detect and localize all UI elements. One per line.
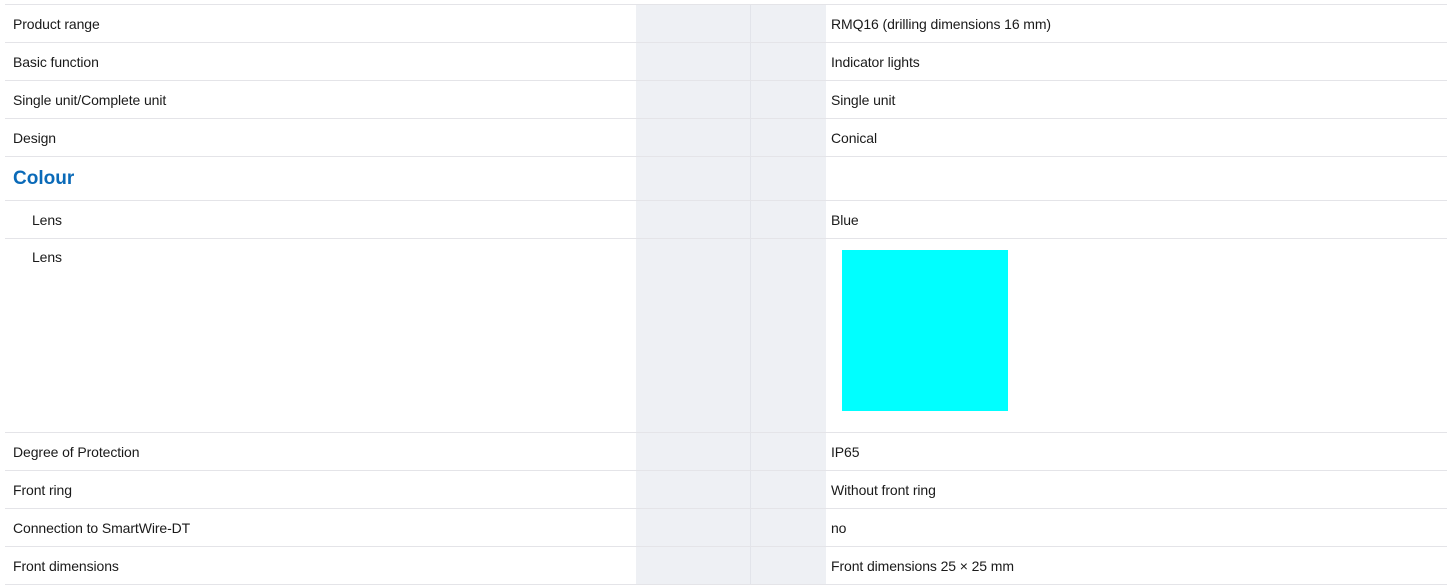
spec-spacer <box>636 432 751 471</box>
spec-label: Product range <box>13 15 100 32</box>
spec-spacer <box>750 470 826 509</box>
spec-spacer <box>636 80 751 119</box>
spec-spacer <box>636 238 751 433</box>
spec-row-lens: Lens Blue <box>5 200 1447 239</box>
spec-row-smartwire: Connection to SmartWire-DT no <box>5 508 1447 547</box>
spec-label: Basic function <box>13 53 99 70</box>
spec-label: Connection to SmartWire-DT <box>13 519 191 536</box>
spec-spacer <box>750 4 826 43</box>
spec-row-unit: Single unit/Complete unit Single unit <box>5 80 1447 119</box>
spec-value: no <box>831 519 847 536</box>
spec-table: Product range RMQ16 (drilling dimensions… <box>5 4 1447 585</box>
spec-value-empty <box>826 156 1447 201</box>
spec-section-colour: Colour <box>5 156 1447 201</box>
spec-label: Lens <box>32 249 62 265</box>
spec-spacer <box>636 200 751 239</box>
spec-label: Degree of Protection <box>13 443 140 460</box>
spec-value: Without front ring <box>831 481 936 498</box>
spec-row-front-ring: Front ring Without front ring <box>5 470 1447 509</box>
section-heading: Colour <box>13 167 75 189</box>
spec-spacer <box>750 432 826 471</box>
spec-row-product-range: Product range RMQ16 (drilling dimensions… <box>5 4 1447 43</box>
spec-spacer <box>750 156 826 201</box>
spec-value: Front dimensions 25 × 25 mm <box>831 557 1014 574</box>
spec-value: Single unit <box>831 91 896 108</box>
spec-row-front-dimensions: Front dimensions Front dimensions 25 × 2… <box>5 546 1447 585</box>
spec-spacer <box>750 118 826 157</box>
spec-value: Indicator lights <box>831 53 920 70</box>
spec-spacer <box>636 118 751 157</box>
spec-row-basic-function: Basic function Indicator lights <box>5 42 1447 81</box>
spec-row-lens-swatch: Lens <box>5 238 1447 433</box>
spec-value: Conical <box>831 129 877 146</box>
spec-label: Design <box>13 129 56 146</box>
spec-value: IP65 <box>831 443 860 460</box>
spec-spacer <box>750 238 826 433</box>
spec-row-design: Design Conical <box>5 118 1447 157</box>
spec-spacer <box>636 156 751 201</box>
spec-label: Front ring <box>13 481 72 498</box>
spec-value: Blue <box>831 211 859 228</box>
spec-label: Single unit/Complete unit <box>13 91 167 108</box>
spec-spacer <box>636 4 751 43</box>
spec-spacer <box>750 200 826 239</box>
spec-spacer <box>636 546 751 585</box>
spec-label: Front dimensions <box>13 557 119 574</box>
spec-spacer <box>750 508 826 547</box>
spec-spacer <box>636 508 751 547</box>
spec-spacer <box>750 80 826 119</box>
spec-spacer <box>750 42 826 81</box>
spec-value: RMQ16 (drilling dimensions 16 mm) <box>831 15 1051 32</box>
spec-spacer <box>636 470 751 509</box>
spec-spacer <box>750 546 826 585</box>
spec-spacer <box>636 42 751 81</box>
lens-color-swatch <box>842 250 1008 411</box>
spec-label: Lens <box>32 211 62 228</box>
spec-row-degree-of-protection: Degree of Protection IP65 <box>5 432 1447 471</box>
